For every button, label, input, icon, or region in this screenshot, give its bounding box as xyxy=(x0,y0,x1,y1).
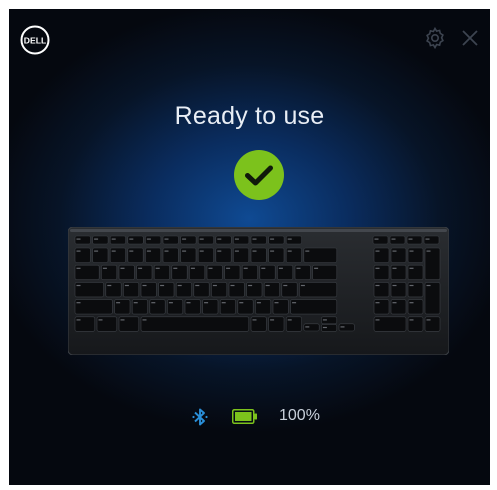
status-title: Ready to use xyxy=(174,102,325,130)
app-window: DELL Ready to use 100% xyxy=(9,9,490,485)
check-circle-icon xyxy=(234,150,284,200)
battery-icon xyxy=(232,409,257,424)
close-icon[interactable] xyxy=(460,28,480,48)
keyboard-image xyxy=(68,227,449,355)
keyboard-keys xyxy=(74,235,441,332)
dell-logo: DELL xyxy=(20,25,50,55)
gear-icon[interactable] xyxy=(423,26,447,50)
status-bar: 100% xyxy=(9,405,490,429)
brand-text: DELL xyxy=(24,35,46,45)
battery-percentage: 100% xyxy=(279,407,320,424)
bluetooth-icon xyxy=(192,408,208,426)
